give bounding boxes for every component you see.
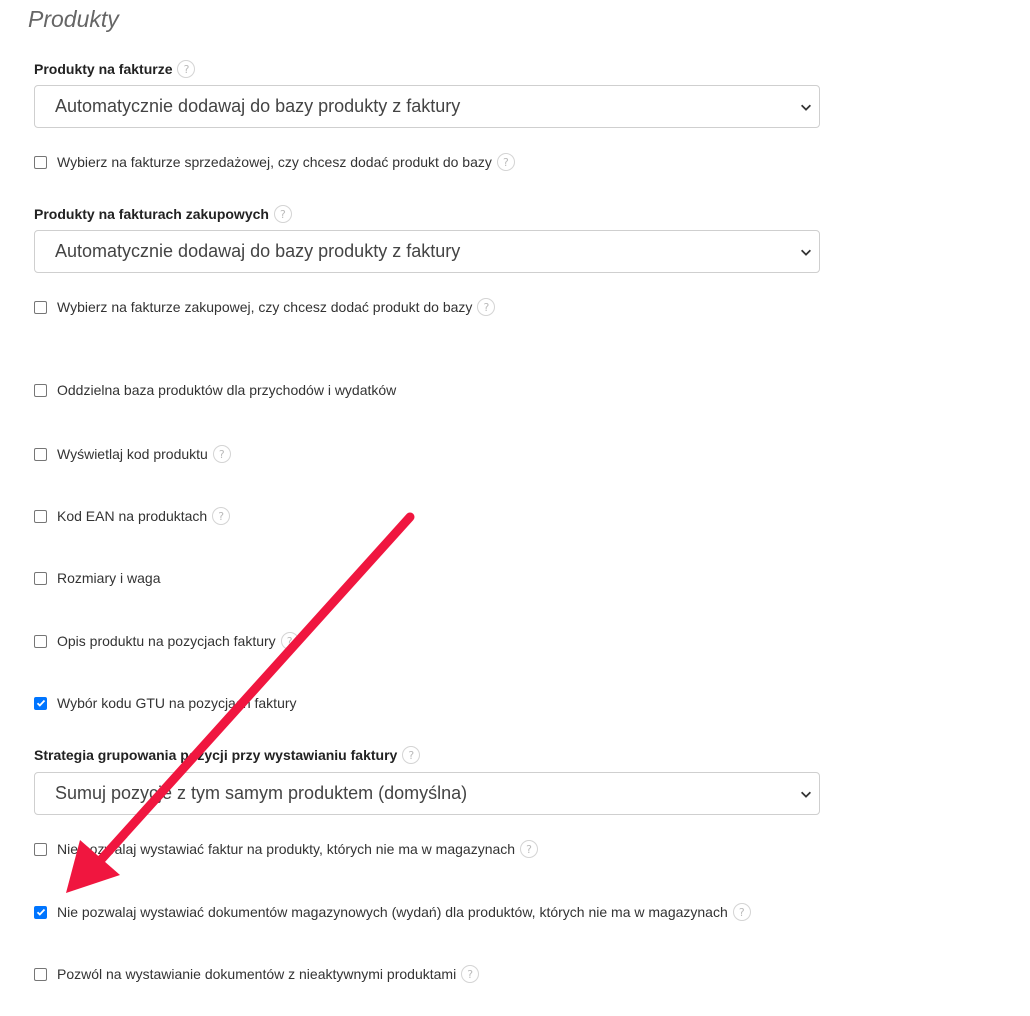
purchase-invoices-label-text: Produkty na fakturach zakupowych [34, 206, 269, 222]
checkbox-label: Opis produktu na pozycjach faktury [57, 633, 276, 649]
purchase-invoices-label: Produkty na fakturach zakupowych ? [34, 205, 292, 223]
grouping-strategy-label: Strategia grupowania pozycji przy wystaw… [34, 746, 421, 764]
checkbox-label: Wybór kodu GTU na pozycjach faktury [57, 695, 297, 711]
checkbox-label: Oddzielna baza produktów dla przychodów … [57, 382, 397, 398]
chevron-down-icon [801, 249, 811, 256]
checkbox-label: Wyświetlaj kod produktu [57, 446, 208, 462]
purchase-invoice-choose-checkbox[interactable] [34, 300, 47, 314]
help-icon[interactable]: ? [177, 60, 196, 78]
products-on-invoice-select[interactable]: Automatycznie dodawaj do bazy produkty z… [34, 85, 820, 128]
select-value: Automatycznie dodawaj do bazy produkty z… [55, 241, 461, 261]
no-warehouse-docs-checkbox[interactable] [34, 905, 47, 919]
help-icon[interactable]: ? [477, 298, 496, 316]
section-title: Produkty [28, 6, 119, 32]
help-icon[interactable]: ? [732, 903, 751, 921]
purchase-invoice-choose-row: Wybierz na fakturze zakupowej, czy chces… [34, 298, 496, 316]
allow-inactive-products-row: Pozwól na wystawianie dokumentów z nieak… [34, 965, 480, 983]
checkmark-icon [36, 908, 45, 916]
no-invoice-without-stock-checkbox[interactable] [34, 842, 47, 856]
ean-row: Kod EAN na produktach ? [34, 507, 231, 525]
separate-db-checkbox[interactable] [34, 383, 47, 397]
purchase-invoices-select[interactable]: Automatycznie dodawaj do bazy produkty z… [34, 230, 820, 273]
description-row: Opis produktu na pozycjach faktury ? [34, 632, 299, 650]
chevron-down-icon [801, 791, 811, 798]
select-value: Sumuj pozycje z tym samym produktem (dom… [55, 783, 468, 803]
help-icon[interactable]: ? [461, 965, 480, 983]
checkbox-label: Wybierz na fakturze sprzedażowej, czy ch… [57, 154, 492, 170]
dimensions-row: Rozmiary i waga [34, 570, 160, 586]
allow-inactive-products-checkbox[interactable] [34, 967, 47, 981]
no-invoice-without-stock-row: Nie pozwalaj wystawiać faktur na produkt… [34, 840, 539, 858]
chevron-down-icon [801, 104, 811, 111]
select-value: Automatycznie dodawaj do bazy produkty z… [55, 96, 461, 116]
products-on-invoice-label-text: Produkty na fakturze [34, 61, 173, 77]
gtu-checkbox[interactable] [34, 696, 47, 710]
checkbox-label: Kod EAN na produktach [57, 508, 208, 524]
products-on-invoice-label: Produkty na fakturze ? [34, 60, 196, 78]
show-code-row: Wyświetlaj kod produktu ? [34, 445, 231, 463]
grouping-strategy-label-text: Strategia grupowania pozycji przy wystaw… [34, 747, 398, 763]
help-icon[interactable]: ? [520, 840, 539, 858]
ean-checkbox[interactable] [34, 509, 47, 523]
help-icon[interactable]: ? [273, 205, 292, 223]
separate-db-row: Oddzielna baza produktów dla przychodów … [34, 382, 396, 398]
help-icon[interactable]: ? [212, 445, 231, 463]
sales-invoice-choose-row: Wybierz na fakturze sprzedażowej, czy ch… [34, 153, 515, 171]
description-checkbox[interactable] [34, 634, 47, 648]
help-icon[interactable]: ? [280, 632, 299, 650]
help-icon[interactable]: ? [402, 746, 421, 764]
no-warehouse-docs-row: Nie pozwalaj wystawiać dokumentów magazy… [34, 903, 751, 921]
checkbox-label: Pozwól na wystawianie dokumentów z nieak… [57, 966, 457, 982]
gtu-row: Wybór kodu GTU na pozycjach faktury [34, 695, 297, 711]
checkbox-label: Wybierz na fakturze zakupowej, czy chces… [57, 299, 473, 315]
checkbox-label: Rozmiary i waga [57, 570, 161, 586]
checkbox-label: Nie pozwalaj wystawiać dokumentów magazy… [57, 904, 728, 920]
checkbox-label: Nie pozwalaj wystawiać faktur na produkt… [57, 841, 516, 857]
help-icon[interactable]: ? [496, 153, 515, 171]
show-code-checkbox[interactable] [34, 447, 47, 461]
sales-invoice-choose-checkbox[interactable] [34, 155, 47, 169]
grouping-strategy-select[interactable]: Sumuj pozycje z tym samym produktem (dom… [34, 772, 820, 815]
checkmark-icon [36, 699, 45, 707]
help-icon[interactable]: ? [212, 507, 231, 525]
dimensions-checkbox[interactable] [34, 571, 47, 585]
